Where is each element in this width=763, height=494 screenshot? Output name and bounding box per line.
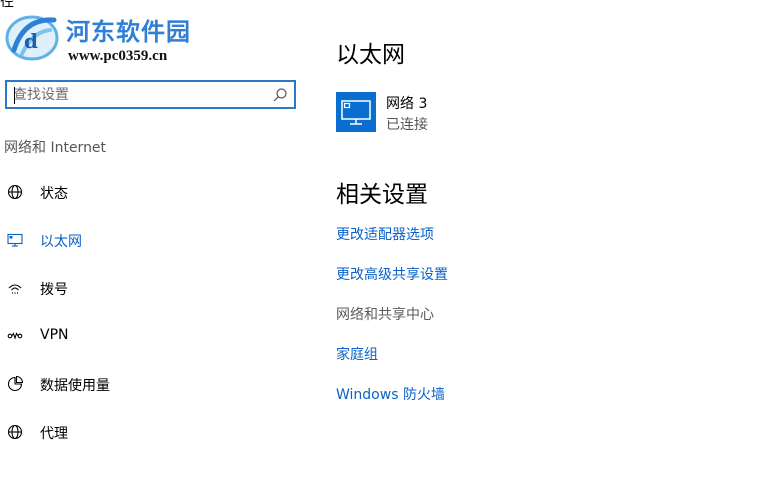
network-status: 已连接 — [386, 117, 428, 133]
network-item[interactable]: 网络 3 已连接 — [336, 92, 556, 134]
windows-firewall-link[interactable]: Windows 防火墙 — [336, 384, 445, 404]
sidebar-item-status[interactable]: 状态 — [0, 172, 300, 212]
sidebar-item-label: 数据使用量 — [40, 378, 110, 394]
page-title: 以太网 — [336, 42, 405, 68]
dialup-icon — [8, 284, 22, 294]
data-usage-icon — [7, 376, 23, 392]
globe-icon — [7, 184, 23, 200]
network-sharing-center-link[interactable]: 网络和共享中心 — [336, 304, 434, 324]
globe-icon — [7, 424, 23, 440]
ethernet-icon — [7, 233, 23, 247]
change-adapter-options-link[interactable]: 更改适配器选项 — [336, 224, 434, 244]
related-settings-title: 相关设置 — [336, 182, 428, 208]
network-name: 网络 3 — [386, 96, 428, 112]
sidebar-item-data-usage[interactable]: 数据使用量 — [0, 364, 300, 404]
watermark-title: 河东软件园 — [66, 17, 191, 46]
settings-window: 径 d 河东软件园 www.pc0359.cn 网络和 Internet 状态 — [0, 0, 763, 494]
sidebar-item-label: 以太网 — [40, 234, 82, 250]
sidebar-item-label: VPN — [40, 327, 69, 343]
svg-text:d: d — [24, 29, 38, 53]
sidebar-item-vpn[interactable]: VPN — [0, 316, 300, 356]
sidebar-item-label: 拨号 — [40, 282, 68, 298]
sidebar-item-proxy[interactable]: 代理 — [0, 412, 300, 452]
vpn-icon — [7, 332, 23, 340]
text-caret — [14, 87, 15, 104]
sidebar-item-label: 状态 — [40, 186, 68, 202]
homegroup-link[interactable]: 家庭组 — [336, 344, 378, 364]
sidebar-item-label: 代理 — [40, 426, 68, 442]
watermark: d 河东软件园 www.pc0359.cn — [4, 8, 214, 68]
change-advanced-sharing-link[interactable]: 更改高级共享设置 — [336, 264, 448, 284]
search-box[interactable] — [5, 80, 296, 109]
search-input[interactable] — [13, 85, 263, 105]
network-icon-tile — [336, 92, 376, 132]
monitor-network-icon — [341, 100, 371, 125]
watermark-url: www.pc0359.cn — [68, 48, 168, 64]
sidebar-item-ethernet[interactable]: 以太网 — [0, 220, 300, 260]
watermark-logo-icon: d — [5, 15, 59, 61]
search-icon[interactable] — [272, 87, 288, 103]
sidebar-item-dialup[interactable]: 拨号 — [0, 268, 300, 308]
sidebar-section-label: 网络和 Internet — [4, 140, 107, 156]
